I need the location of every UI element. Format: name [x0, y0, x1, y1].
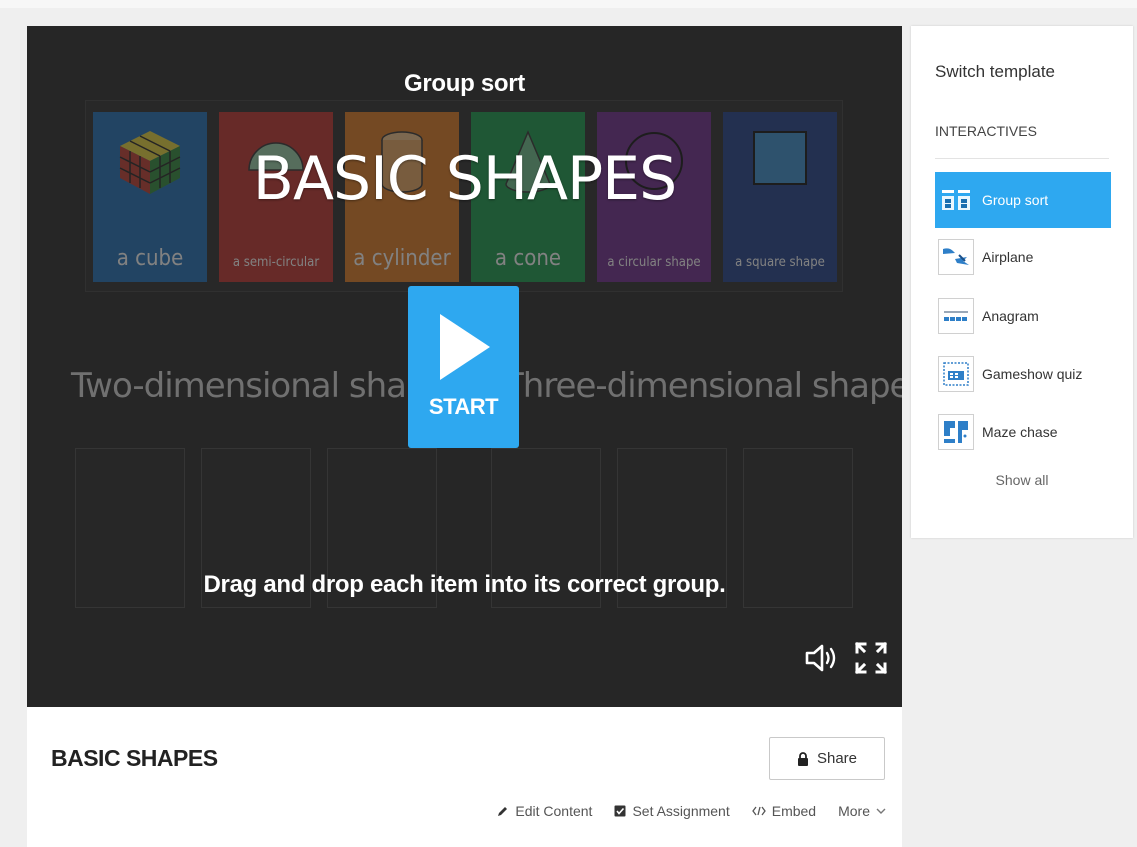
play-icon [439, 314, 490, 380]
switch-template-panel: Switch template INTERACTIVES Group sort [911, 26, 1133, 538]
item-label: a circular shape [607, 255, 701, 271]
activity-actions: Edit Content Set Assignment Embed More [497, 803, 886, 819]
anagram-icon [944, 311, 968, 321]
template-maze-chase[interactable]: Maze chase [935, 404, 1111, 460]
chevron-down-icon [876, 808, 886, 814]
lock-icon [797, 751, 808, 766]
activity-title: BASIC SHAPES [51, 745, 218, 771]
activity-info: BASIC SHAPES Share Edit Content Set Assi… [27, 707, 902, 847]
airplane-icon [943, 248, 969, 265]
game-title: BASIC SHAPES [252, 144, 677, 214]
template-label: Maze chase [982, 424, 1058, 440]
set-assignment-link[interactable]: Set Assignment [614, 803, 730, 819]
top-strip [0, 0, 1137, 8]
template-label: Gameshow quiz [982, 366, 1083, 382]
template-gameshow-quiz[interactable]: Gameshow quiz [935, 346, 1111, 402]
sound-button[interactable] [803, 640, 839, 681]
item-label: a cube [116, 245, 184, 271]
template-airplane[interactable]: Airplane [935, 229, 1111, 285]
share-label: Share [816, 750, 858, 767]
show-all-link[interactable]: Show all [911, 472, 1133, 488]
template-group-sort[interactable]: Group sort [935, 172, 1111, 228]
template-anagram[interactable]: Anagram [935, 288, 1111, 344]
instructions-text: Drag and drop each item into its correct… [203, 571, 726, 598]
start-button[interactable]: START [408, 286, 519, 448]
more-label: More [838, 803, 870, 819]
item-label: a cylinder [353, 245, 451, 271]
checkbox-icon [614, 805, 626, 817]
share-button[interactable]: Share [769, 737, 885, 780]
item-label: a semi-circular [232, 255, 320, 271]
template-label: Airplane [982, 249, 1034, 265]
gameshow-quiz-icon [943, 362, 969, 386]
embed-label: Embed [771, 803, 817, 819]
speaker-icon [805, 644, 836, 672]
group-sort-icon [942, 190, 970, 210]
edit-content-link[interactable]: Edit Content [497, 803, 592, 819]
edit-content-label: Edit Content [515, 803, 593, 819]
template-label: Group sort [982, 192, 1049, 208]
template-label: Anagram [982, 308, 1039, 324]
maze-chase-icon [944, 421, 968, 443]
item-label: a cone [494, 245, 562, 271]
group-title-3d: Three-dimensional shapes [503, 366, 902, 406]
switch-template-title: Switch template [935, 62, 1055, 81]
game-player[interactable]: a cube a semi-circular a cylinder a cone [27, 26, 902, 707]
code-icon [751, 806, 766, 816]
more-dropdown[interactable]: More [838, 803, 886, 819]
start-label: START [428, 394, 499, 419]
item-label: a square shape [735, 255, 825, 271]
template-type-label: Group sort [404, 70, 525, 97]
interactives-heading: INTERACTIVES [935, 123, 1037, 139]
pencil-icon [498, 807, 508, 816]
group-title-2d: Two-dimensional shapes [71, 366, 464, 406]
divider [935, 158, 1109, 159]
set-assignment-label: Set Assignment [632, 803, 730, 819]
fullscreen-icon [854, 641, 888, 675]
fullscreen-button[interactable] [853, 640, 889, 681]
embed-link[interactable]: Embed [751, 803, 817, 819]
